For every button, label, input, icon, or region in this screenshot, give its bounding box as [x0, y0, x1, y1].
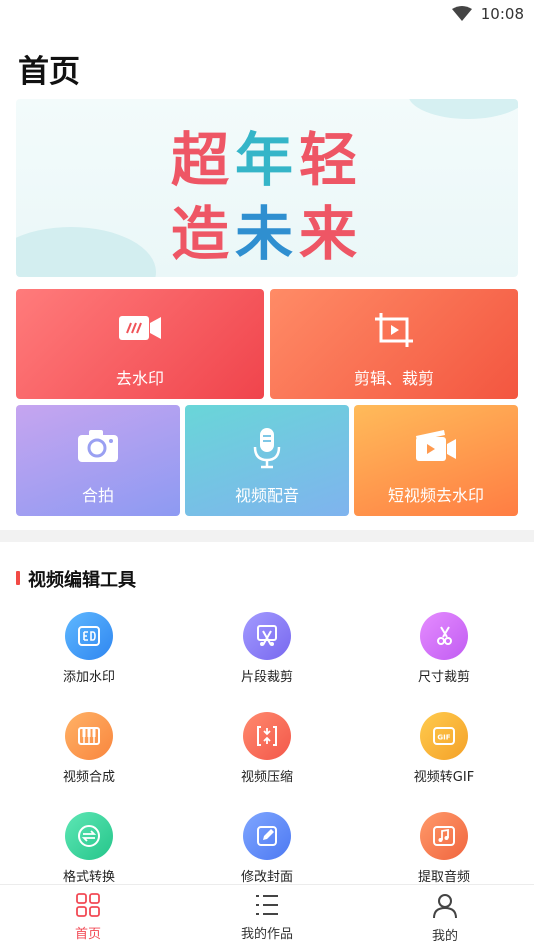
svg-text:GIF: GIF	[437, 734, 450, 742]
user-icon	[432, 894, 458, 923]
wifi-icon	[452, 6, 472, 26]
tool-video-merge[interactable]: 视频合成	[19, 712, 159, 785]
short-video-watermark-label: 短视频去水印	[387, 486, 484, 505]
tool-video-compress[interactable]: 视频压缩	[197, 712, 337, 785]
tool-add-watermark[interactable]: 添加水印	[19, 612, 159, 685]
home-grid-icon	[75, 893, 101, 921]
size-crop-icon	[420, 612, 468, 660]
convert-icon	[65, 812, 113, 860]
list-icon	[254, 895, 280, 921]
edit-cover-icon	[243, 812, 291, 860]
dubbing-tile[interactable]: 视频配音	[185, 405, 349, 516]
nav-home[interactable]: 首页	[28, 893, 148, 942]
status-bar: 10:08	[0, 0, 534, 30]
microphone-icon	[253, 427, 281, 473]
section-divider	[0, 530, 534, 542]
banner-slogan-line2: 造未来	[170, 200, 364, 268]
collab-tile[interactable]: 合拍	[16, 405, 180, 516]
compress-icon	[243, 712, 291, 760]
add-watermark-icon	[65, 612, 113, 660]
remove-watermark-label: 去水印	[115, 369, 164, 388]
tool-video-to-gif[interactable]: GIF 视频转GIF	[374, 712, 514, 785]
crop-label: 剪辑、裁剪	[353, 369, 434, 388]
clapper-icon	[415, 429, 457, 467]
promo-banner[interactable]: 超年轻 造未来	[16, 99, 518, 277]
gif-icon: GIF	[420, 712, 468, 760]
tool-edit-cover[interactable]: 修改封面	[197, 812, 337, 885]
piano-icon	[65, 712, 113, 760]
video-camera-icon	[118, 313, 162, 347]
nav-mine[interactable]: 我的	[385, 893, 505, 944]
clip-cut-icon	[243, 612, 291, 660]
short-video-watermark-tile[interactable]: 短视频去水印	[354, 405, 518, 516]
page-title: 首页	[18, 54, 80, 90]
music-icon	[420, 812, 468, 860]
tool-format-convert[interactable]: 格式转换	[19, 812, 159, 885]
dubbing-label: 视频配音	[234, 486, 299, 505]
tool-extract-audio[interactable]: 提取音频	[374, 812, 514, 885]
collab-label: 合拍	[81, 486, 114, 505]
bottom-nav: 首页 我的作品 我的	[0, 884, 534, 949]
camera-icon	[77, 429, 119, 467]
status-time: 10:08	[480, 5, 524, 23]
tool-clip-cut[interactable]: 片段裁剪	[197, 612, 337, 685]
nav-my-works[interactable]: 我的作品	[207, 893, 327, 942]
crop-icon	[373, 311, 415, 353]
crop-tile[interactable]: 剪辑、裁剪	[270, 289, 518, 399]
remove-watermark-tile[interactable]: 去水印	[16, 289, 264, 399]
banner-slogan-line1: 超年轻	[170, 126, 364, 194]
tool-size-crop[interactable]: 尺寸裁剪	[374, 612, 514, 685]
